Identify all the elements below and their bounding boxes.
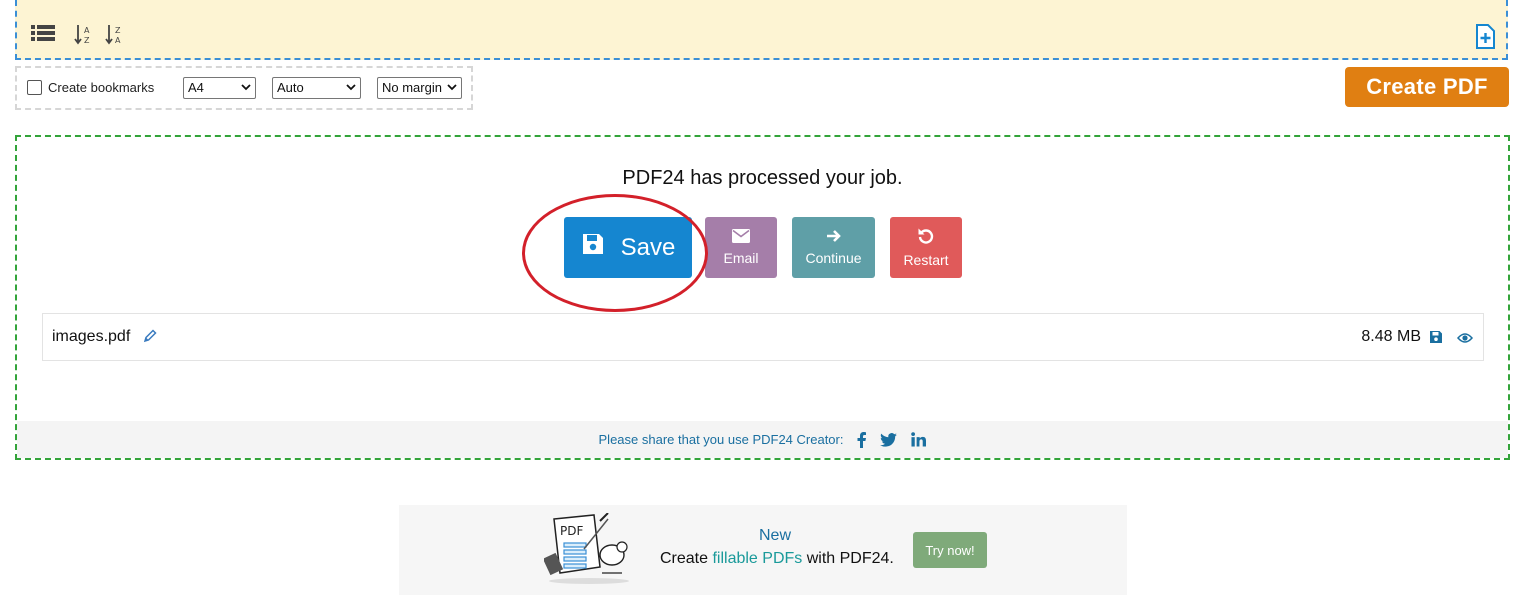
result-panel: PDF24 has processed your job. Save Email…: [15, 135, 1510, 460]
promo-text-before: Create: [660, 550, 713, 567]
save-button[interactable]: Save: [564, 217, 692, 278]
orientation-select[interactable]: Auto: [272, 77, 361, 99]
margin-value: No margin: [382, 80, 442, 95]
result-file-row: images.pdf 8.48 MB: [42, 313, 1484, 361]
create-bookmarks-label: Create bookmarks: [48, 80, 155, 95]
svg-text:A: A: [84, 26, 90, 35]
arrow-right-icon: [826, 229, 842, 246]
continue-button-label: Continue: [805, 250, 862, 266]
add-file-icon[interactable]: [1474, 24, 1496, 55]
restart-button-label: Restart: [903, 252, 949, 268]
svg-text:PDF: PDF: [560, 524, 583, 538]
chevron-down-icon: [346, 81, 356, 96]
chevron-down-icon: [241, 81, 251, 96]
margin-select[interactable]: No margin: [377, 77, 462, 99]
promo-text: Create fillable PDFs with PDF24.: [660, 550, 894, 568]
chevron-down-icon: [447, 81, 457, 96]
promo-banner: PDF New Create fillable PDFs with PDF24.…: [399, 505, 1127, 595]
eye-icon[interactable]: [1457, 331, 1473, 349]
floppy-disk-icon[interactable]: [1429, 330, 1443, 349]
create-bookmarks-checkbox[interactable]: [27, 80, 42, 95]
continue-button[interactable]: Continue: [792, 217, 875, 278]
envelope-icon: [732, 229, 750, 246]
page-size-select[interactable]: A4: [183, 77, 256, 99]
undo-icon: [917, 227, 935, 248]
save-button-label: Save: [620, 233, 676, 261]
file-size: 8.48 MB: [1361, 328, 1421, 345]
result-message: PDF24 has processed your job.: [622, 167, 903, 189]
restart-button[interactable]: Restart: [890, 217, 962, 278]
share-bar: Please share that you use PDF24 Creator:: [17, 421, 1508, 458]
orientation-value: Auto: [277, 80, 304, 95]
share-text: Please share that you use PDF24 Creator:: [598, 432, 844, 447]
email-button[interactable]: Email: [705, 217, 777, 278]
file-name: images.pdf: [52, 328, 131, 345]
svg-text:Z: Z: [84, 36, 90, 45]
svg-text:Z: Z: [115, 26, 121, 35]
floppy-disk-icon: [581, 232, 605, 263]
promo-text-after: with PDF24.: [802, 550, 894, 567]
create-pdf-button[interactable]: Create PDF: [1345, 67, 1509, 107]
promo-new-label: New: [759, 527, 792, 544]
sort-za-icon[interactable]: ZA: [105, 24, 125, 46]
sort-az-icon[interactable]: AZ: [74, 24, 94, 46]
email-button-label: Email: [723, 250, 759, 266]
pdf-options: Create bookmarks A4 Auto No margin: [15, 66, 473, 110]
svg-text:A: A: [115, 36, 121, 45]
twitter-icon[interactable]: [880, 432, 898, 447]
page-size-value: A4: [188, 80, 204, 95]
try-now-button[interactable]: Try now!: [913, 532, 987, 568]
pencil-icon[interactable]: [143, 329, 157, 348]
list-icon[interactable]: [31, 24, 55, 42]
linkedin-icon[interactable]: [911, 432, 927, 447]
create-bookmarks-option[interactable]: Create bookmarks: [27, 80, 154, 95]
facebook-icon[interactable]: [857, 431, 867, 448]
file-drop-zone[interactable]: AZ ZA: [15, 0, 1508, 60]
fillable-pdfs-link[interactable]: fillable PDFs: [712, 550, 802, 567]
fillable-pdf-illustration: PDF: [542, 512, 634, 590]
